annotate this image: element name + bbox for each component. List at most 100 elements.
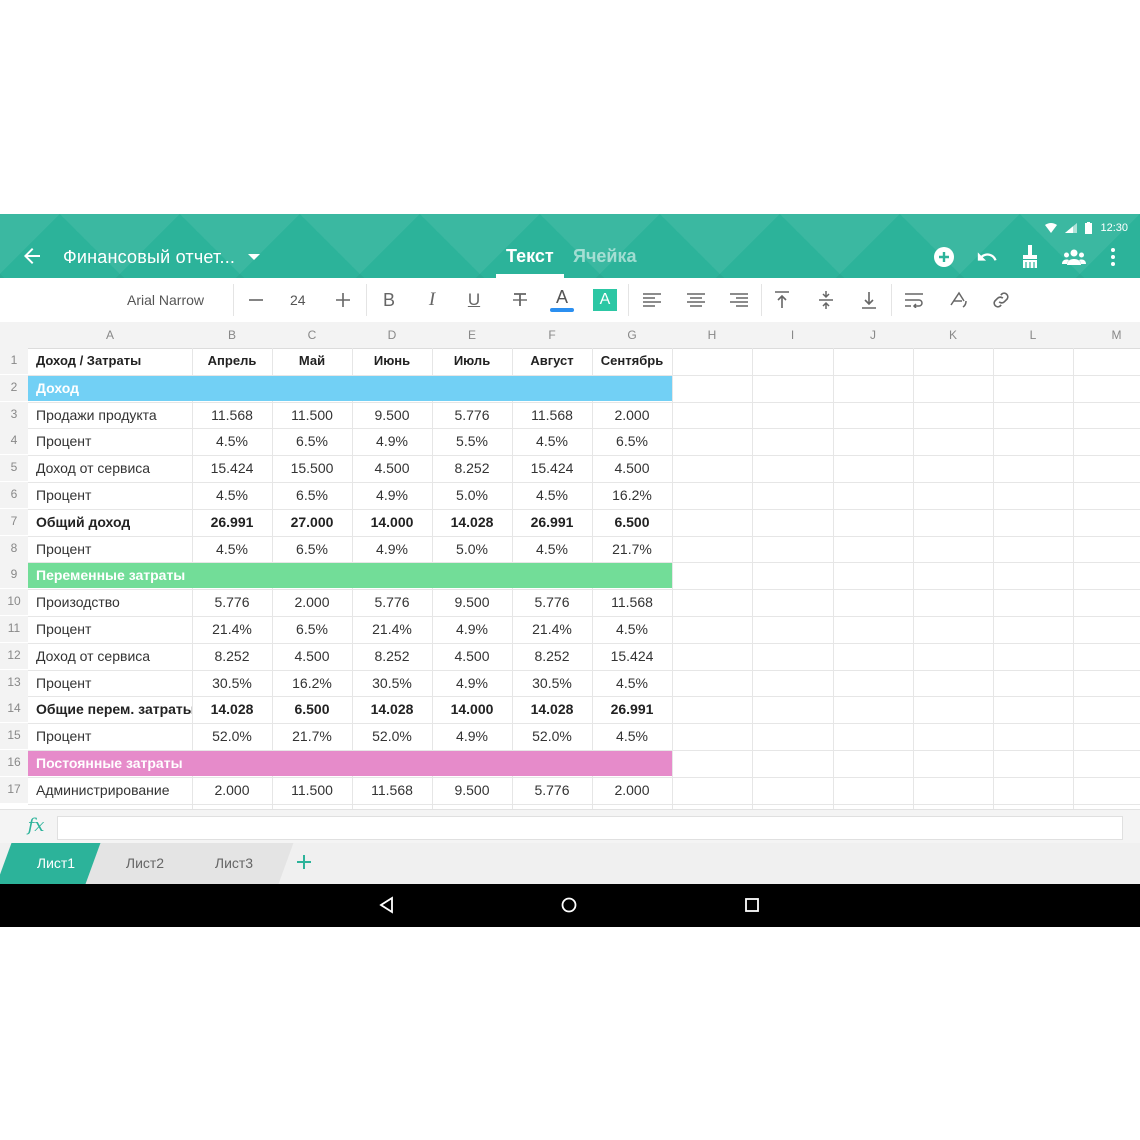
data-cell[interactable]: 5.5%: [432, 428, 512, 454]
spreadsheet-grid[interactable]: A B C D E F G H I J K L M 1 Доход / Затраты Апрель Май Ию…: [0, 322, 1140, 809]
data-cell[interactable]: 4.500: [272, 643, 352, 669]
section-header-cell[interactable]: Постоянные затраты: [28, 751, 672, 776]
circle-home-icon[interactable]: [559, 895, 579, 915]
data-cell[interactable]: 11.568: [512, 402, 592, 428]
data-cell[interactable]: 14.028: [192, 696, 272, 722]
data-cell[interactable]: 15.424: [592, 643, 672, 669]
data-cell[interactable]: 15.424: [512, 455, 592, 481]
row-header[interactable]: 7: [0, 508, 28, 535]
column-header[interactable]: G: [592, 322, 672, 348]
arrow-left-icon[interactable]: [20, 244, 44, 268]
font-family-selector[interactable]: Arial Narrow: [127, 292, 204, 308]
column-header[interactable]: D: [352, 322, 432, 348]
data-cell[interactable]: 21.4%: [352, 616, 432, 642]
section-header-cell[interactable]: Доход: [28, 375, 672, 401]
data-cell[interactable]: 26.991: [192, 509, 272, 535]
data-cell[interactable]: 14.028: [352, 696, 432, 722]
data-cell[interactable]: 15.424: [192, 455, 272, 481]
column-header[interactable]: B: [192, 322, 272, 348]
document-title[interactable]: Финансовый отчет...: [63, 247, 235, 268]
row-label-cell[interactable]: Продажи продукта: [28, 402, 192, 428]
data-cell[interactable]: 8.252: [512, 643, 592, 669]
font-size-increase-button[interactable]: [331, 288, 355, 312]
data-cell[interactable]: 21.4%: [512, 616, 592, 642]
data-cell[interactable]: Апрель: [192, 348, 272, 374]
row-label-cell[interactable]: Доход от сервиса: [28, 643, 192, 669]
data-cell[interactable]: 4.9%: [352, 428, 432, 454]
data-cell[interactable]: 2.000: [592, 402, 672, 428]
data-cell[interactable]: 5.776: [512, 777, 592, 803]
data-cell[interactable]: Август: [512, 348, 592, 374]
share-button[interactable]: [1062, 245, 1086, 269]
column-header[interactable]: F: [512, 322, 592, 348]
data-cell[interactable]: 21.7%: [272, 723, 352, 749]
undo-button[interactable]: [975, 245, 999, 269]
align-right-button[interactable]: [727, 288, 751, 312]
data-cell[interactable]: 30.5%: [192, 670, 272, 696]
data-cell[interactable]: 14.000: [352, 509, 432, 535]
data-cell[interactable]: 21.4%: [192, 616, 272, 642]
data-cell[interactable]: 26.991: [592, 696, 672, 722]
data-cell[interactable]: 16.2%: [592, 482, 672, 508]
valign-top-button[interactable]: [770, 288, 794, 312]
data-cell[interactable]: 52.0%: [512, 723, 592, 749]
row-header[interactable]: 4: [0, 428, 28, 455]
data-cell[interactable]: 4.5%: [192, 482, 272, 508]
data-cell[interactable]: 4.500: [432, 643, 512, 669]
data-cell[interactable]: 5.776: [512, 589, 592, 615]
text-rotation-button[interactable]: [946, 288, 970, 312]
data-cell[interactable]: 27.000: [272, 509, 352, 535]
data-cell[interactable]: 11.568: [592, 589, 672, 615]
row-label-cell[interactable]: Процент: [28, 428, 192, 454]
data-cell[interactable]: 6.5%: [272, 482, 352, 508]
tab-text[interactable]: Текст: [506, 246, 554, 267]
data-cell[interactable]: 2.000: [272, 589, 352, 615]
data-cell[interactable]: Сентябрь: [592, 348, 672, 374]
row-label-cell[interactable]: Доход от сервиса: [28, 455, 192, 481]
wrap-text-button[interactable]: [902, 288, 926, 312]
row-label-cell[interactable]: Процент: [28, 723, 192, 749]
square-recent-icon[interactable]: [742, 895, 762, 915]
column-header[interactable]: A: [28, 322, 192, 348]
formula-input[interactable]: [57, 816, 1123, 840]
data-cell[interactable]: 15.500: [272, 455, 352, 481]
row-header[interactable]: 17: [0, 776, 28, 803]
data-cell[interactable]: 8.252: [432, 455, 512, 481]
row-header[interactable]: 1: [0, 348, 28, 374]
data-cell[interactable]: 4.500: [592, 455, 672, 481]
data-cell[interactable]: 4.9%: [352, 536, 432, 562]
column-header[interactable]: I: [752, 322, 833, 348]
select-all-button[interactable]: [0, 322, 28, 348]
underline-button[interactable]: U: [462, 288, 486, 312]
data-cell[interactable]: 14.028: [432, 509, 512, 535]
data-cell[interactable]: 9.500: [432, 777, 512, 803]
data-cell[interactable]: 5.0%: [432, 482, 512, 508]
data-cell[interactable]: 4.9%: [432, 670, 512, 696]
data-cell[interactable]: 11.568: [192, 402, 272, 428]
row-label-cell[interactable]: Процент: [28, 536, 192, 562]
data-cell[interactable]: Июнь: [352, 348, 432, 374]
align-center-button[interactable]: [684, 288, 708, 312]
font-size-value[interactable]: 24: [290, 292, 306, 308]
data-cell[interactable]: Июль: [432, 348, 512, 374]
data-cell[interactable]: 4.5%: [512, 482, 592, 508]
data-cell[interactable]: 2.000: [192, 777, 272, 803]
align-left-button[interactable]: [640, 288, 664, 312]
column-header[interactable]: C: [272, 322, 352, 348]
clear-format-button[interactable]: [1018, 245, 1042, 269]
row-label-cell[interactable]: Процент: [28, 670, 192, 696]
data-cell[interactable]: 4.9%: [432, 616, 512, 642]
column-header[interactable]: L: [993, 322, 1073, 348]
section-header-cell[interactable]: Переменные затраты: [28, 563, 672, 589]
data-cell[interactable]: 30.5%: [352, 670, 432, 696]
row-header[interactable]: 3: [0, 401, 28, 428]
data-cell[interactable]: 16.2%: [272, 670, 352, 696]
row-header[interactable]: 11: [0, 616, 28, 642]
row-header[interactable]: 10: [0, 589, 28, 616]
data-cell[interactable]: 6.500: [272, 696, 352, 722]
data-cell[interactable]: 11.568: [352, 777, 432, 803]
data-cell[interactable]: 52.0%: [352, 723, 432, 749]
data-cell[interactable]: 4.5%: [592, 616, 672, 642]
data-cell[interactable]: 4.500: [352, 455, 432, 481]
data-cell[interactable]: 6.5%: [592, 428, 672, 454]
